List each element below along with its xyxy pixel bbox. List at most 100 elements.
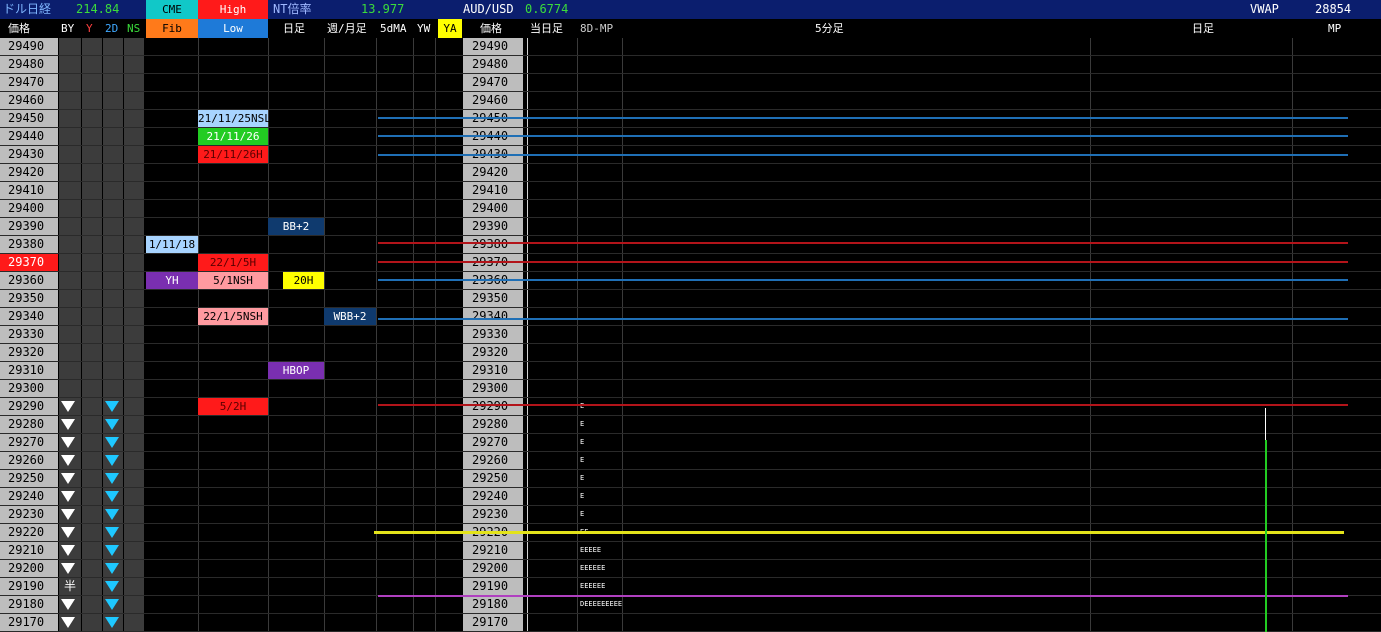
price-cell-2[interactable]: 29380 <box>463 236 523 253</box>
price-cell[interactable]: 29330 <box>0 326 58 343</box>
y-column-header: Y <box>86 22 93 35</box>
market-profile-letters: DEEEEEEEEE <box>580 600 623 608</box>
price-cell-2[interactable]: 29240 <box>463 488 523 505</box>
price-cell[interactable]: 29270 <box>0 434 58 451</box>
price-cell[interactable]: 29170 <box>0 614 58 631</box>
price-cell-2[interactable]: 29260 <box>463 452 523 469</box>
2d-down-arrow-icon <box>105 491 119 502</box>
daily-wick <box>1265 408 1266 443</box>
by-down-arrow-icon <box>61 455 75 466</box>
price-cell-2[interactable]: 29410 <box>463 182 523 199</box>
price-cell[interactable]: 29440 <box>0 128 58 145</box>
by-down-arrow-icon <box>61 491 75 502</box>
price-cell[interactable]: 29250 <box>0 470 58 487</box>
price-cell[interactable]: 29350 <box>0 290 58 307</box>
price-cell-2[interactable]: 29470 <box>463 74 523 91</box>
high-tab[interactable]: High <box>198 0 268 19</box>
price-cell-2[interactable]: 29400 <box>463 200 523 217</box>
price-column-header: 価格 <box>8 22 30 35</box>
price-cell[interactable]: 29410 <box>0 182 58 199</box>
low-tab[interactable]: Low <box>198 19 268 38</box>
price-cell[interactable]: 29360 <box>0 272 58 289</box>
row-divider <box>0 361 1381 362</box>
price-cell[interactable]: 29300 <box>0 380 58 397</box>
by-down-arrow-icon <box>61 599 75 610</box>
price-cell[interactable]: 29220 <box>0 524 58 541</box>
price-cell[interactable]: 29460 <box>0 92 58 109</box>
price-cell[interactable]: 29290 <box>0 398 58 415</box>
price-cell[interactable]: 29340 <box>0 308 58 325</box>
price-cell[interactable]: 29480 <box>0 56 58 73</box>
price-cell[interactable]: 29420 <box>0 164 58 181</box>
price-cell[interactable]: 29230 <box>0 506 58 523</box>
daily-candle <box>1265 440 1267 632</box>
price-cell[interactable]: 29450 <box>0 110 58 127</box>
price-cell[interactable]: 29200 <box>0 560 58 577</box>
price-cell-2[interactable]: 29320 <box>463 344 523 361</box>
price-cell[interactable]: 29190 <box>0 578 58 595</box>
price-cell-2[interactable]: 29210 <box>463 542 523 559</box>
today-daily-column-header: 当日足 <box>530 22 563 35</box>
price-cell-2[interactable]: 29490 <box>463 38 523 55</box>
price-cell-2[interactable]: 29460 <box>463 92 523 109</box>
price-cell-2[interactable]: 29290 <box>463 398 523 415</box>
price-cell[interactable]: 29430 <box>0 146 58 163</box>
level-line-blue <box>378 318 1348 320</box>
price-cell-2[interactable]: 29300 <box>463 380 523 397</box>
price-cell-2[interactable]: 29190 <box>463 578 523 595</box>
row-divider <box>0 163 1381 164</box>
by-column-header: BY <box>61 22 75 35</box>
by-down-arrow-icon <box>61 563 75 574</box>
price-cell[interactable]: 29320 <box>0 344 58 361</box>
fib-tab[interactable]: Fib <box>146 19 198 38</box>
row-divider <box>0 343 1381 344</box>
price-cell[interactable]: 29180 <box>0 596 58 613</box>
price-cell[interactable]: 29470 <box>0 74 58 91</box>
mp-column-header: MP <box>1328 22 1342 35</box>
price-cell[interactable]: 29370 <box>0 254 58 271</box>
price-cell[interactable]: 29400 <box>0 200 58 217</box>
price-cell[interactable]: 29490 <box>0 38 58 55</box>
price-cell-2[interactable]: 29280 <box>463 416 523 433</box>
price-cell-2[interactable]: 29390 <box>463 218 523 235</box>
2d-down-arrow-icon <box>105 527 119 538</box>
ya-tab[interactable]: YA <box>438 19 462 38</box>
price-cell-2[interactable]: 29200 <box>463 560 523 577</box>
2d-down-arrow-icon <box>105 599 119 610</box>
price-cell-2[interactable]: 29270 <box>463 434 523 451</box>
price-cell-2[interactable]: 29420 <box>463 164 523 181</box>
5min-column-header: 5分足 <box>815 22 844 35</box>
price-cell-2[interactable]: 29330 <box>463 326 523 343</box>
price-cell-2[interactable]: 29340 <box>463 308 523 325</box>
high-low-tag: 22/1/5NSH <box>198 308 268 325</box>
level-line-blue <box>378 279 1348 281</box>
column-header-bar: 価格 BY Y 2D NS Fib Low 日足 週/月足 5dMA YW YA… <box>0 19 1381 38</box>
2d-down-arrow-icon <box>105 437 119 448</box>
price-cell-2[interactable]: 29310 <box>463 362 523 379</box>
price-cell-2[interactable]: 29350 <box>463 290 523 307</box>
high-low-tag: 5/2H <box>198 398 268 415</box>
level-line-magenta <box>378 595 1348 597</box>
price-cell[interactable]: 29380 <box>0 236 58 253</box>
level-line-yellow <box>374 531 1344 534</box>
by-down-arrow-icon <box>61 527 75 538</box>
price-cell[interactable]: 29260 <box>0 452 58 469</box>
price-cell[interactable]: 29390 <box>0 218 58 235</box>
price-cell-2[interactable]: 29230 <box>463 506 523 523</box>
vwap-value: 28854 <box>1315 2 1352 16</box>
vwap-label: VWAP <box>1250 2 1279 16</box>
price-cell[interactable]: 29280 <box>0 416 58 433</box>
price-cell-2[interactable]: 29170 <box>463 614 523 631</box>
price-cell[interactable]: 29210 <box>0 542 58 559</box>
2d-column-header: 2D <box>105 22 119 35</box>
price-cell[interactable]: 29310 <box>0 362 58 379</box>
fib-tag: 1/11/18 <box>146 236 198 253</box>
price-cell-2[interactable]: 29480 <box>463 56 523 73</box>
row-divider <box>0 91 1381 92</box>
price-cell[interactable]: 29240 <box>0 488 58 505</box>
price-cell-2[interactable]: 29250 <box>463 470 523 487</box>
market-profile-letters: E <box>580 420 585 428</box>
price-cell-2[interactable]: 29180 <box>463 596 523 613</box>
cme-tab[interactable]: CME <box>146 0 198 19</box>
level-line-red <box>378 261 1348 263</box>
